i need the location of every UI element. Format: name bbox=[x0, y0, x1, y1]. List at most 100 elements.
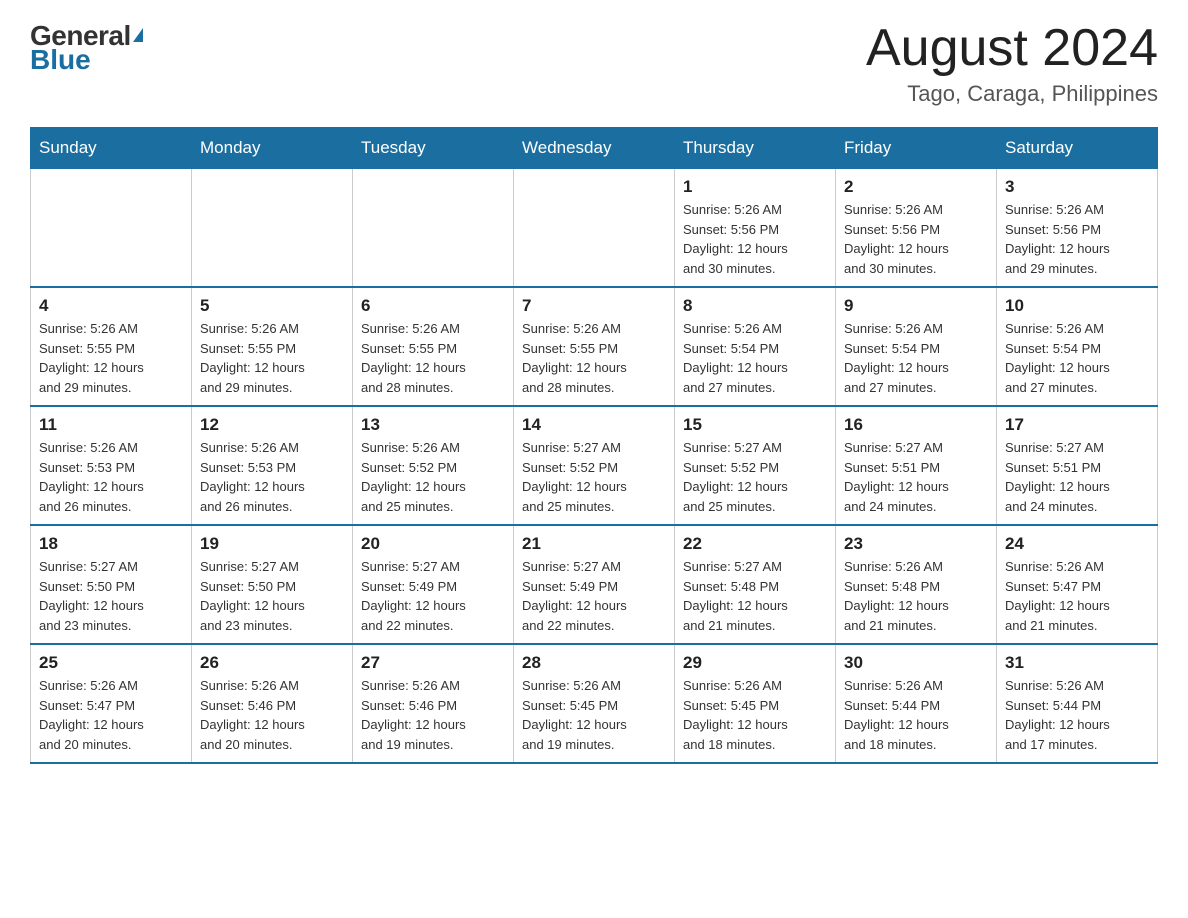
weekday-header-monday: Monday bbox=[192, 128, 353, 169]
day-number: 8 bbox=[683, 296, 827, 316]
day-info: Sunrise: 5:26 AMSunset: 5:53 PMDaylight:… bbox=[39, 438, 183, 516]
day-info: Sunrise: 5:27 AMSunset: 5:49 PMDaylight:… bbox=[361, 557, 505, 635]
calendar-cell: 4 Sunrise: 5:26 AMSunset: 5:55 PMDaylight… bbox=[31, 287, 192, 406]
day-info: Sunrise: 5:27 AMSunset: 5:50 PMDaylight:… bbox=[200, 557, 344, 635]
day-number: 15 bbox=[683, 415, 827, 435]
day-info: Sunrise: 5:26 AMSunset: 5:53 PMDaylight:… bbox=[200, 438, 344, 516]
calendar-cell: 8 Sunrise: 5:26 AMSunset: 5:54 PMDaylight… bbox=[675, 287, 836, 406]
calendar-cell: 21Sunrise: 5:27 AMSunset: 5:49 PMDayligh… bbox=[514, 525, 675, 644]
day-number: 2 bbox=[844, 177, 988, 197]
calendar-cell: 27 Sunrise: 5:26 AMSunset: 5:46 PMDayligh… bbox=[353, 644, 514, 763]
day-number: 27 bbox=[361, 653, 505, 673]
title-section: August 2024 Tago, Caraga, Philippines bbox=[866, 20, 1158, 107]
day-number: 14 bbox=[522, 415, 666, 435]
location-text: Tago, Caraga, Philippines bbox=[866, 81, 1158, 107]
weekday-header-friday: Friday bbox=[836, 128, 997, 169]
day-info: Sunrise: 5:27 AMSunset: 5:48 PMDaylight:… bbox=[683, 557, 827, 635]
calendar-cell bbox=[31, 169, 192, 288]
calendar-cell: 10 Sunrise: 5:26 AMSunset: 5:54 PMDayligh… bbox=[997, 287, 1158, 406]
calendar-cell: 16Sunrise: 5:27 AMSunset: 5:51 PMDayligh… bbox=[836, 406, 997, 525]
weekday-header-thursday: Thursday bbox=[675, 128, 836, 169]
day-info: Sunrise: 5:26 AMSunset: 5:55 PMDaylight:… bbox=[361, 319, 505, 397]
day-number: 11 bbox=[39, 415, 183, 435]
calendar-cell: 11 Sunrise: 5:26 AMSunset: 5:53 PMDayligh… bbox=[31, 406, 192, 525]
day-number: 9 bbox=[844, 296, 988, 316]
day-number: 5 bbox=[200, 296, 344, 316]
calendar-cell: 24Sunrise: 5:26 AMSunset: 5:47 PMDayligh… bbox=[997, 525, 1158, 644]
day-info: Sunrise: 5:26 AMSunset: 5:56 PMDaylight:… bbox=[1005, 200, 1149, 278]
calendar-header-row: SundayMondayTuesdayWednesdayThursdayFrid… bbox=[31, 128, 1158, 169]
calendar-cell: 31 Sunrise: 5:26 AMSunset: 5:44 PMDayligh… bbox=[997, 644, 1158, 763]
calendar-cell bbox=[353, 169, 514, 288]
calendar-cell: 26Sunrise: 5:26 AMSunset: 5:46 PMDayligh… bbox=[192, 644, 353, 763]
day-info: Sunrise: 5:26 AMSunset: 5:55 PMDaylight:… bbox=[522, 319, 666, 397]
day-info: Sunrise: 5:26 AMSunset: 5:46 PMDaylight:… bbox=[361, 676, 505, 754]
day-number: 3 bbox=[1005, 177, 1149, 197]
day-info: Sunrise: 5:26 AMSunset: 5:44 PMDaylight:… bbox=[1005, 676, 1149, 754]
calendar-cell: 14 Sunrise: 5:27 AMSunset: 5:52 PMDayligh… bbox=[514, 406, 675, 525]
day-number: 25 bbox=[39, 653, 183, 673]
day-number: 17 bbox=[1005, 415, 1149, 435]
calendar-week-2: 4 Sunrise: 5:26 AMSunset: 5:55 PMDaylight… bbox=[31, 287, 1158, 406]
calendar-cell: 12 Sunrise: 5:26 AMSunset: 5:53 PMDayligh… bbox=[192, 406, 353, 525]
day-info: Sunrise: 5:26 AMSunset: 5:54 PMDaylight:… bbox=[683, 319, 827, 397]
day-number: 28 bbox=[522, 653, 666, 673]
calendar-cell bbox=[192, 169, 353, 288]
calendar-cell: 3 Sunrise: 5:26 AMSunset: 5:56 PMDaylight… bbox=[997, 169, 1158, 288]
day-info: Sunrise: 5:27 AMSunset: 5:51 PMDaylight:… bbox=[1005, 438, 1149, 516]
weekday-header-tuesday: Tuesday bbox=[353, 128, 514, 169]
calendar-table: SundayMondayTuesdayWednesdayThursdayFrid… bbox=[30, 127, 1158, 764]
calendar-cell: 13Sunrise: 5:26 AMSunset: 5:52 PMDayligh… bbox=[353, 406, 514, 525]
day-info: Sunrise: 5:26 AMSunset: 5:55 PMDaylight:… bbox=[39, 319, 183, 397]
calendar-cell bbox=[514, 169, 675, 288]
day-number: 1 bbox=[683, 177, 827, 197]
day-number: 23 bbox=[844, 534, 988, 554]
day-number: 7 bbox=[522, 296, 666, 316]
day-info: Sunrise: 5:27 AMSunset: 5:52 PMDaylight:… bbox=[683, 438, 827, 516]
day-number: 4 bbox=[39, 296, 183, 316]
calendar-cell: 1Sunrise: 5:26 AMSunset: 5:56 PMDaylight… bbox=[675, 169, 836, 288]
calendar-cell: 6 Sunrise: 5:26 AMSunset: 5:55 PMDaylight… bbox=[353, 287, 514, 406]
calendar-cell: 30Sunrise: 5:26 AMSunset: 5:44 PMDayligh… bbox=[836, 644, 997, 763]
day-number: 12 bbox=[200, 415, 344, 435]
day-number: 22 bbox=[683, 534, 827, 554]
day-info: Sunrise: 5:26 AMSunset: 5:47 PMDaylight:… bbox=[39, 676, 183, 754]
logo-blue-text: Blue bbox=[30, 44, 91, 76]
day-info: Sunrise: 5:26 AMSunset: 5:47 PMDaylight:… bbox=[1005, 557, 1149, 635]
calendar-cell: 5Sunrise: 5:26 AMSunset: 5:55 PMDaylight… bbox=[192, 287, 353, 406]
day-number: 6 bbox=[361, 296, 505, 316]
calendar-cell: 2 Sunrise: 5:26 AMSunset: 5:56 PMDaylight… bbox=[836, 169, 997, 288]
day-number: 29 bbox=[683, 653, 827, 673]
weekday-header-wednesday: Wednesday bbox=[514, 128, 675, 169]
calendar-cell: 15 Sunrise: 5:27 AMSunset: 5:52 PMDayligh… bbox=[675, 406, 836, 525]
day-info: Sunrise: 5:26 AMSunset: 5:45 PMDaylight:… bbox=[683, 676, 827, 754]
day-number: 20 bbox=[361, 534, 505, 554]
day-info: Sunrise: 5:26 AMSunset: 5:54 PMDaylight:… bbox=[844, 319, 988, 397]
day-number: 21 bbox=[522, 534, 666, 554]
day-info: Sunrise: 5:27 AMSunset: 5:50 PMDaylight:… bbox=[39, 557, 183, 635]
calendar-cell: 18 Sunrise: 5:27 AMSunset: 5:50 PMDayligh… bbox=[31, 525, 192, 644]
day-info: Sunrise: 5:26 AMSunset: 5:56 PMDaylight:… bbox=[844, 200, 988, 278]
logo-triangle-icon bbox=[133, 28, 143, 42]
day-info: Sunrise: 5:26 AMSunset: 5:48 PMDaylight:… bbox=[844, 557, 988, 635]
day-number: 19 bbox=[200, 534, 344, 554]
day-info: Sunrise: 5:26 AMSunset: 5:44 PMDaylight:… bbox=[844, 676, 988, 754]
calendar-week-3: 11 Sunrise: 5:26 AMSunset: 5:53 PMDayligh… bbox=[31, 406, 1158, 525]
day-info: Sunrise: 5:26 AMSunset: 5:52 PMDaylight:… bbox=[361, 438, 505, 516]
day-info: Sunrise: 5:27 AMSunset: 5:51 PMDaylight:… bbox=[844, 438, 988, 516]
calendar-week-5: 25 Sunrise: 5:26 AMSunset: 5:47 PMDayligh… bbox=[31, 644, 1158, 763]
day-number: 10 bbox=[1005, 296, 1149, 316]
calendar-cell: 29 Sunrise: 5:26 AMSunset: 5:45 PMDayligh… bbox=[675, 644, 836, 763]
day-info: Sunrise: 5:26 AMSunset: 5:45 PMDaylight:… bbox=[522, 676, 666, 754]
calendar-cell: 9 Sunrise: 5:26 AMSunset: 5:54 PMDaylight… bbox=[836, 287, 997, 406]
day-info: Sunrise: 5:27 AMSunset: 5:52 PMDaylight:… bbox=[522, 438, 666, 516]
weekday-header-saturday: Saturday bbox=[997, 128, 1158, 169]
day-number: 26 bbox=[200, 653, 344, 673]
calendar-week-4: 18 Sunrise: 5:27 AMSunset: 5:50 PMDayligh… bbox=[31, 525, 1158, 644]
day-number: 18 bbox=[39, 534, 183, 554]
day-number: 31 bbox=[1005, 653, 1149, 673]
calendar-cell: 22 Sunrise: 5:27 AMSunset: 5:48 PMDayligh… bbox=[675, 525, 836, 644]
weekday-header-sunday: Sunday bbox=[31, 128, 192, 169]
calendar-cell: 28 Sunrise: 5:26 AMSunset: 5:45 PMDayligh… bbox=[514, 644, 675, 763]
day-info: Sunrise: 5:26 AMSunset: 5:54 PMDaylight:… bbox=[1005, 319, 1149, 397]
